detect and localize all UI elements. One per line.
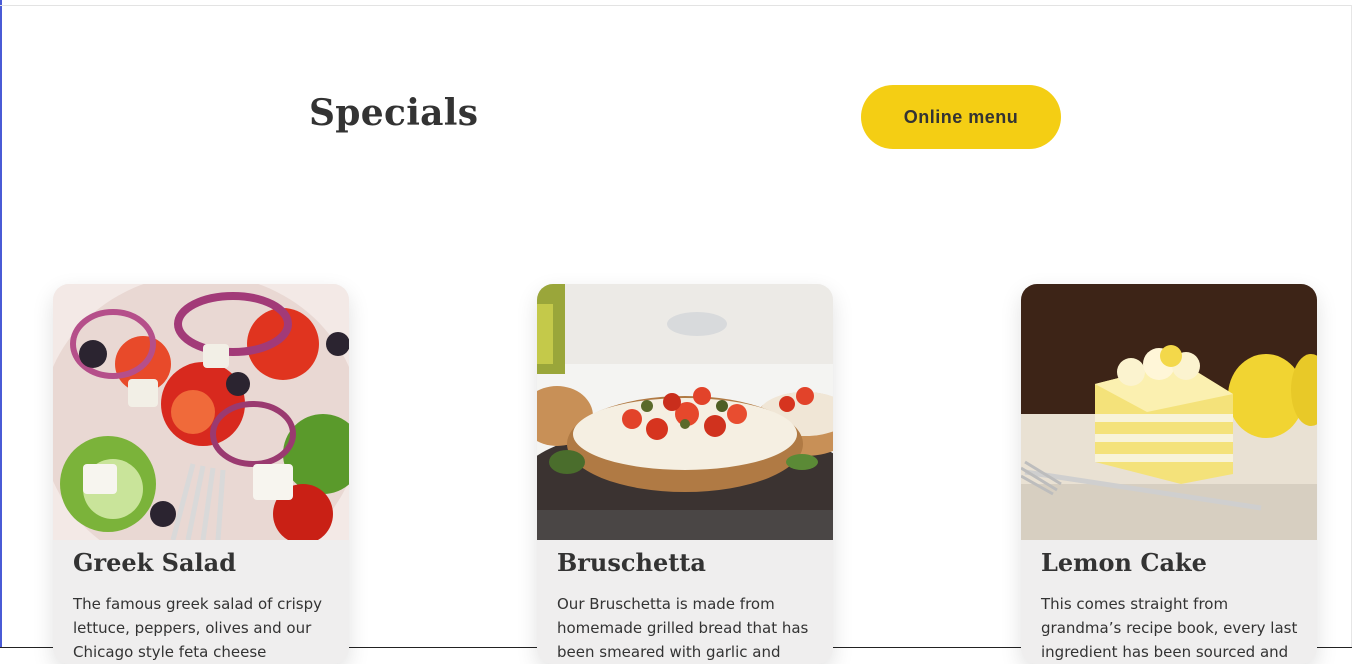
card-description: The famous greek salad of crispy lettuce… — [73, 595, 322, 661]
greek-salad-photo — [53, 284, 349, 540]
card-description: Our Bruschetta is made from homemade gri… — [557, 595, 809, 661]
header-divider — [0, 5, 1352, 6]
bruschetta-photo — [537, 284, 833, 540]
card-description: This comes straight from grandma’s recip… — [1041, 595, 1298, 661]
window-left-edge — [0, 0, 2, 648]
special-card-lemon-cake[interactable]: Lemon Cake This comes straight from gran… — [1021, 284, 1317, 664]
specials-heading: Specials — [309, 92, 479, 134]
card-title: Bruschetta — [557, 548, 706, 577]
lemon-cake-photo — [1021, 284, 1317, 540]
card-title: Lemon Cake — [1041, 548, 1207, 577]
card-title: Greek Salad — [73, 548, 236, 577]
special-card-greek-salad[interactable]: Greek Salad The famous greek salad of cr… — [53, 284, 349, 664]
special-card-bruschetta[interactable]: Bruschetta Our Bruschetta is made from h… — [537, 284, 833, 664]
online-menu-button[interactable]: Online menu — [861, 85, 1061, 149]
